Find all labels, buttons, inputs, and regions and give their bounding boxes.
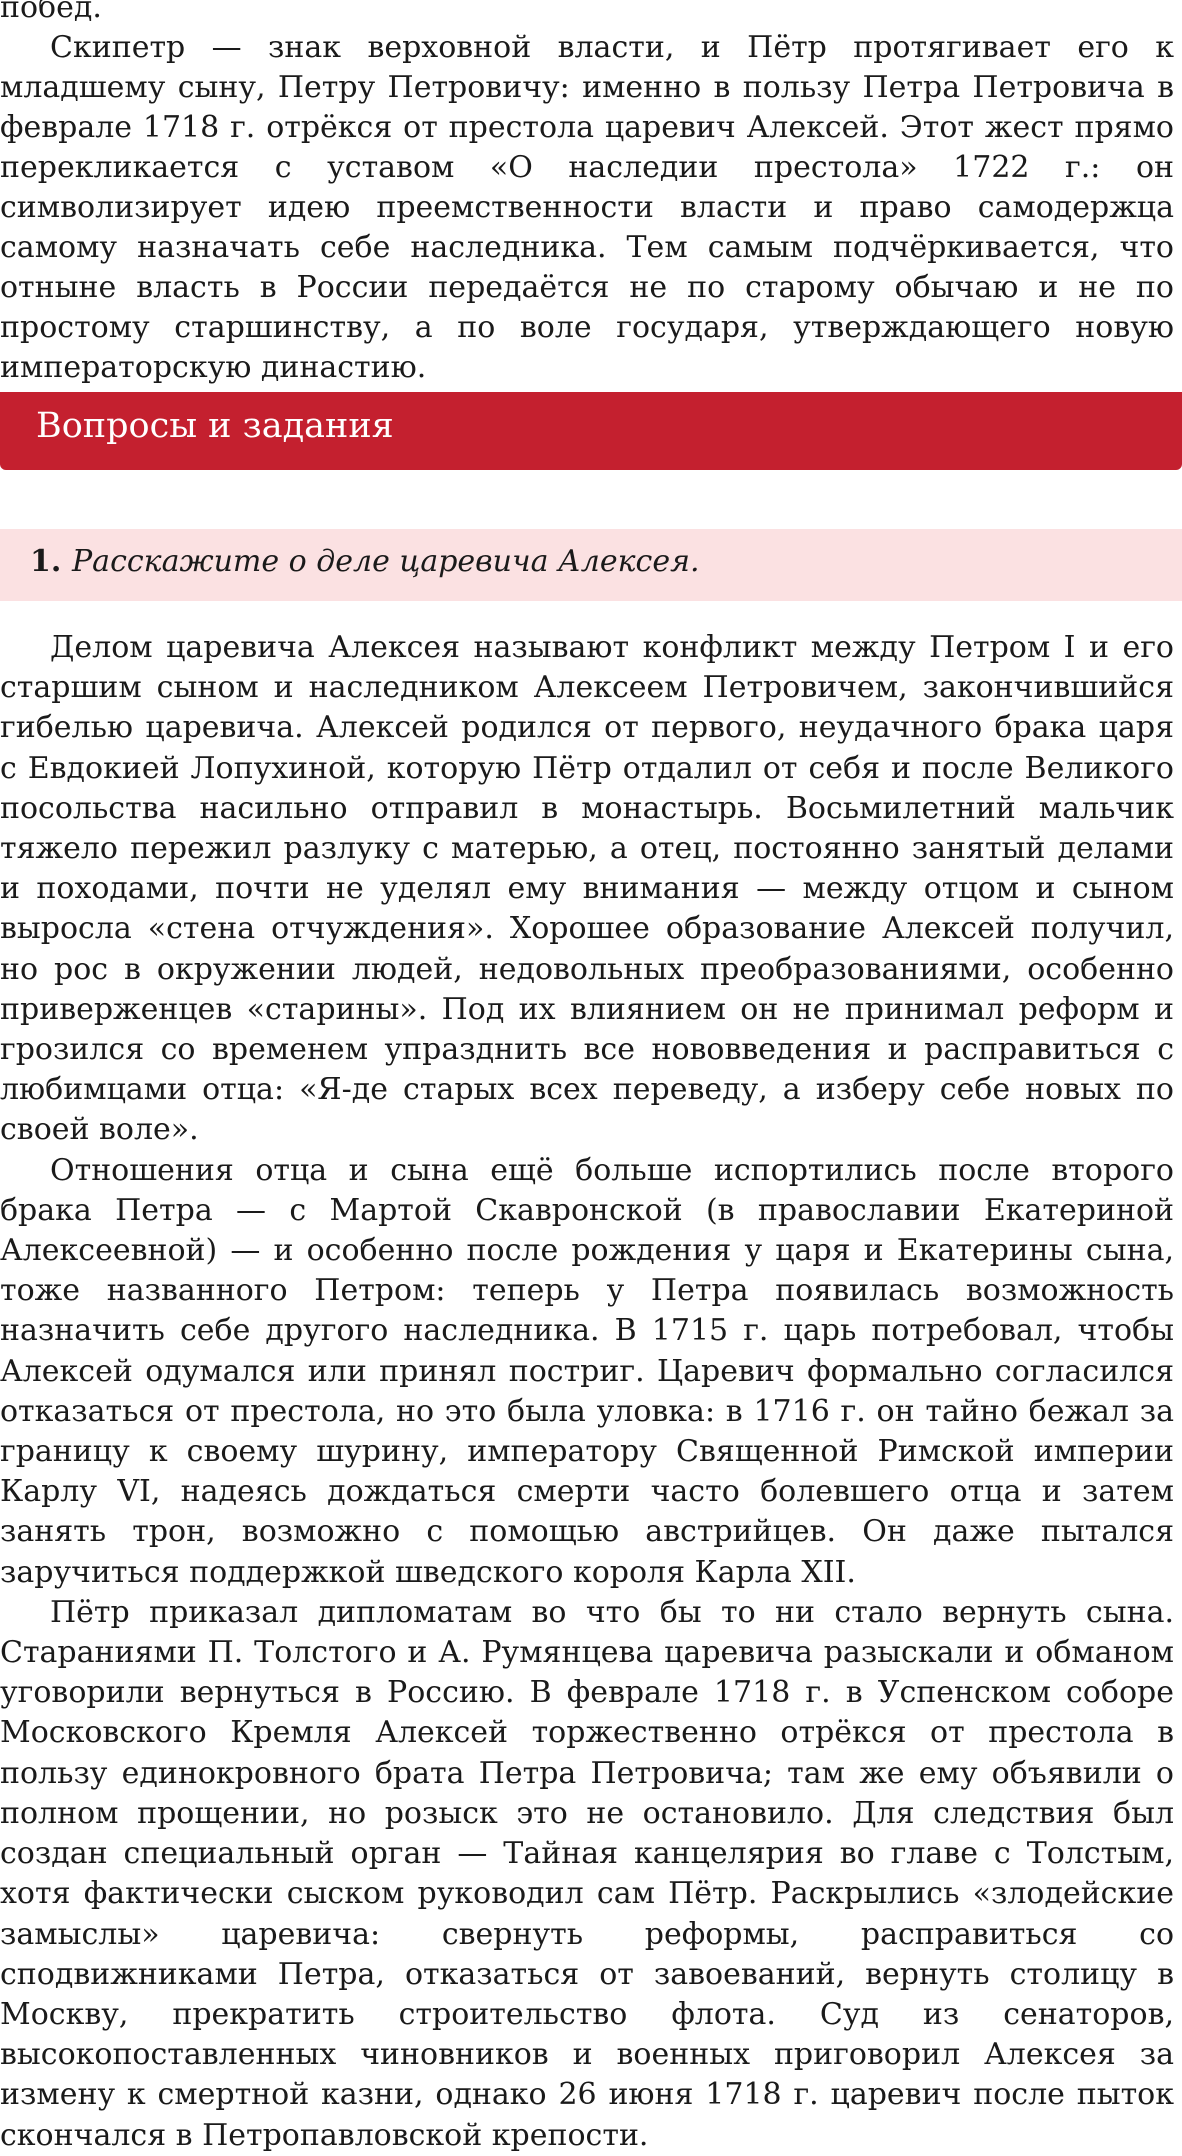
section-title: Вопросы и задания xyxy=(36,406,394,446)
answer-paragraph-1: Делом царевича Алексея называют конфликт… xyxy=(0,630,1174,1148)
textbook-page: побед. Скипетр — знак верховной власти, … xyxy=(0,0,1182,2153)
question-text: Расскажите о деле царевича Алексея. xyxy=(72,544,700,579)
previous-line: побед. xyxy=(0,0,102,25)
answer-block: Делом царевича Алексея называют конфликт… xyxy=(0,628,1178,2156)
previous-content: побед. Скипетр — знак верховной власти, … xyxy=(0,0,1178,388)
section-header: Вопросы и задания xyxy=(0,392,1182,470)
scepter-paragraph: Скипетр — знак верховной власти, и Пётр … xyxy=(0,30,1174,385)
question-box: 1. Расскажите о деле царевича Алексея. xyxy=(0,529,1182,601)
question-number: 1. xyxy=(30,544,62,579)
answer-paragraph-2: Отношения отца и сына ещё больше испорти… xyxy=(0,1152,1174,1590)
answer-paragraph-3: Пётр приказал дипломатам во что бы то ни… xyxy=(0,1594,1174,2153)
